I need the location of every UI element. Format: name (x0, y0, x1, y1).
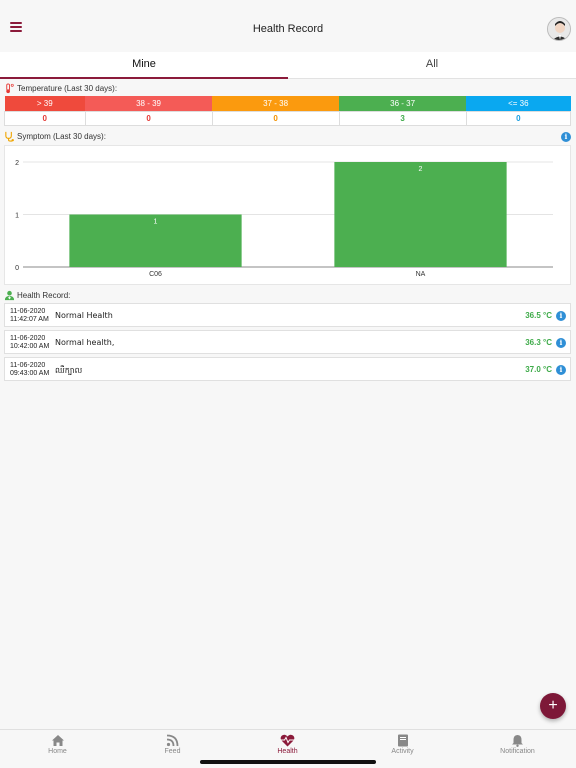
range-37-38: 37 - 38 (212, 96, 340, 111)
tab-all[interactable]: All (288, 52, 576, 79)
user-record-icon (4, 290, 15, 301)
record-temperature: 36.5 °C (525, 311, 552, 320)
record-date: 11-06-2020 (10, 308, 46, 315)
count-le36: 0 (465, 110, 572, 126)
chart-data-label: 1 (154, 219, 158, 226)
symptom-chart: 0 1 2 1 C06 2 NA (4, 145, 571, 285)
temperature-label: Temperature (Last 30 days): (17, 84, 118, 93)
home-icon (51, 735, 64, 746)
symptom-chart-svg: 0 1 2 1 C06 2 NA (15, 160, 553, 278)
range-gt39: > 39 (4, 96, 86, 111)
count-37-38: 0 (211, 110, 340, 126)
temperature-table: > 39 38 - 39 37 - 38 36 - 37 <= 36 0 0 0… (4, 96, 572, 126)
home-indicator (200, 760, 376, 764)
page-title: Health Record (252, 23, 324, 35)
list-item[interactable]: 11-06-2020 11:42:07 AM Normal Health 36.… (4, 303, 571, 327)
nav-health-label: Health (277, 748, 298, 755)
count-36-37: 3 (338, 110, 467, 126)
count-38-39: 0 (84, 110, 213, 126)
record-datetime: 11-06-2020 11:42:07 AM (10, 308, 49, 324)
nav-activity-label: Activity (391, 748, 414, 755)
record-info-icon[interactable]: i (556, 365, 566, 375)
symptom-info-icon[interactable]: i (561, 132, 571, 142)
nav-health[interactable]: Health (230, 734, 345, 755)
chart-x-tick-label: C06 (149, 271, 162, 278)
thermometer-icon (6, 83, 14, 94)
chart-data-label: 2 (419, 166, 423, 173)
record-note: Normal Health (55, 311, 113, 320)
range-36-37: 36 - 37 (339, 96, 467, 111)
temperature-section-label: Temperature (Last 30 days): (4, 83, 117, 94)
count-gt39: 0 (4, 110, 86, 126)
health-record-section-label: Health Record: (4, 290, 70, 301)
record-date: 11-06-2020 (10, 362, 46, 369)
tab-mine[interactable]: Mine (0, 52, 288, 79)
book-icon (397, 734, 408, 747)
app-header: Health Record (0, 0, 576, 52)
record-note: ឈឺក្បាល (55, 366, 83, 375)
heartbeat-icon (280, 734, 295, 747)
nav-home-label: Home (48, 748, 67, 755)
stethoscope-icon (5, 131, 14, 142)
record-note: Normal health, (55, 338, 115, 347)
nav-notification-label: Notification (500, 748, 535, 755)
record-info-icon[interactable]: i (556, 311, 566, 321)
nav-home[interactable]: Home (0, 734, 115, 755)
record-time: 09:43:00 AM (10, 370, 50, 377)
record-temperature: 36.3 °C (525, 338, 552, 347)
record-date: 11-06-2020 (10, 335, 46, 342)
nav-activity[interactable]: Activity (345, 734, 460, 755)
bell-icon (512, 735, 523, 747)
record-datetime: 11-06-2020 09:43:00 AM (10, 362, 49, 378)
avatar[interactable] (547, 17, 571, 41)
nav-feed-label: Feed (164, 748, 181, 755)
rss-icon (166, 734, 179, 747)
record-datetime: 11-06-2020 10:42:00 AM (10, 335, 49, 351)
chart-bar (334, 162, 507, 267)
symptom-label: Symptom (Last 30 days): (17, 132, 106, 141)
list-item[interactable]: 11-06-2020 09:43:00 AM ឈឺក្បាល 37.0 °C i (4, 357, 571, 381)
health-record-label: Health Record: (17, 291, 71, 300)
symptom-section-label: Symptom (Last 30 days): (4, 131, 106, 142)
list-item[interactable]: 11-06-2020 10:42:00 AM Normal health, 36… (4, 330, 571, 354)
range-38-39: 38 - 39 (85, 96, 213, 111)
record-info-icon[interactable]: i (556, 338, 566, 348)
record-temperature: 37.0 °C (525, 365, 552, 374)
record-time: 11:42:07 AM (10, 316, 49, 323)
add-record-button[interactable]: + (540, 693, 566, 719)
health-record-list: 11-06-2020 11:42:07 AM Normal Health 36.… (4, 303, 571, 384)
chart-y-tick-label: 1 (15, 213, 19, 220)
record-time: 10:42:00 AM (10, 343, 50, 350)
chart-y-tick-label: 2 (15, 160, 19, 167)
nav-notification[interactable]: Notification (460, 734, 575, 755)
chart-x-tick-label: NA (416, 271, 426, 278)
range-le36: <= 36 (466, 96, 571, 111)
tab-bar: Mine All (0, 52, 576, 79)
chart-y-tick-label: 0 (15, 265, 19, 272)
nav-feed[interactable]: Feed (115, 734, 230, 755)
